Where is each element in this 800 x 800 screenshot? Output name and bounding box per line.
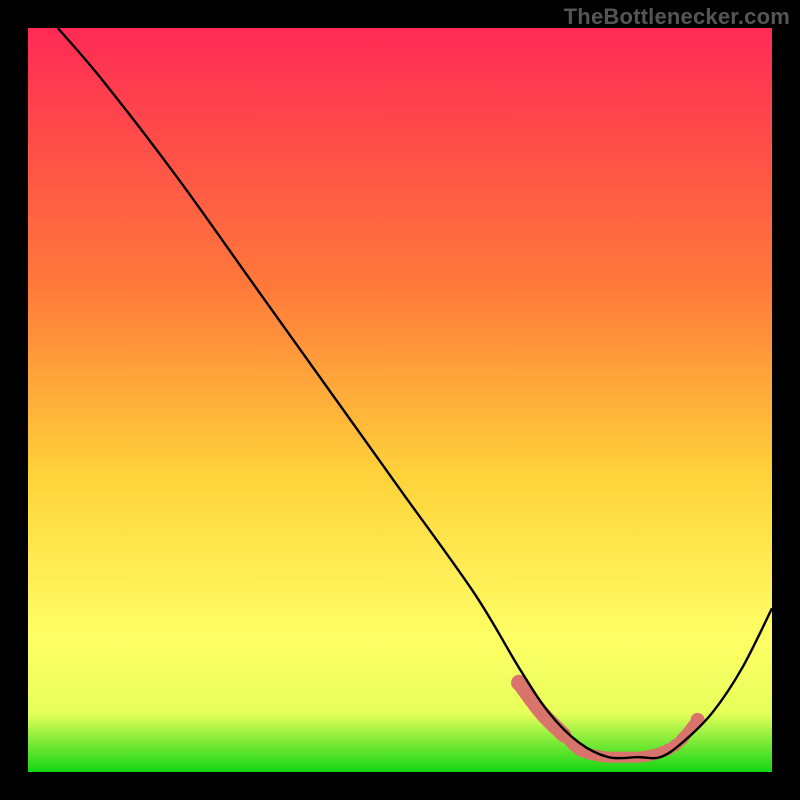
gradient-background bbox=[28, 28, 772, 772]
chart-svg bbox=[28, 28, 772, 772]
chart-frame: TheBottlenecker.com bbox=[0, 0, 800, 800]
plot-area bbox=[28, 28, 772, 772]
watermark-label: TheBottlenecker.com bbox=[564, 4, 790, 30]
